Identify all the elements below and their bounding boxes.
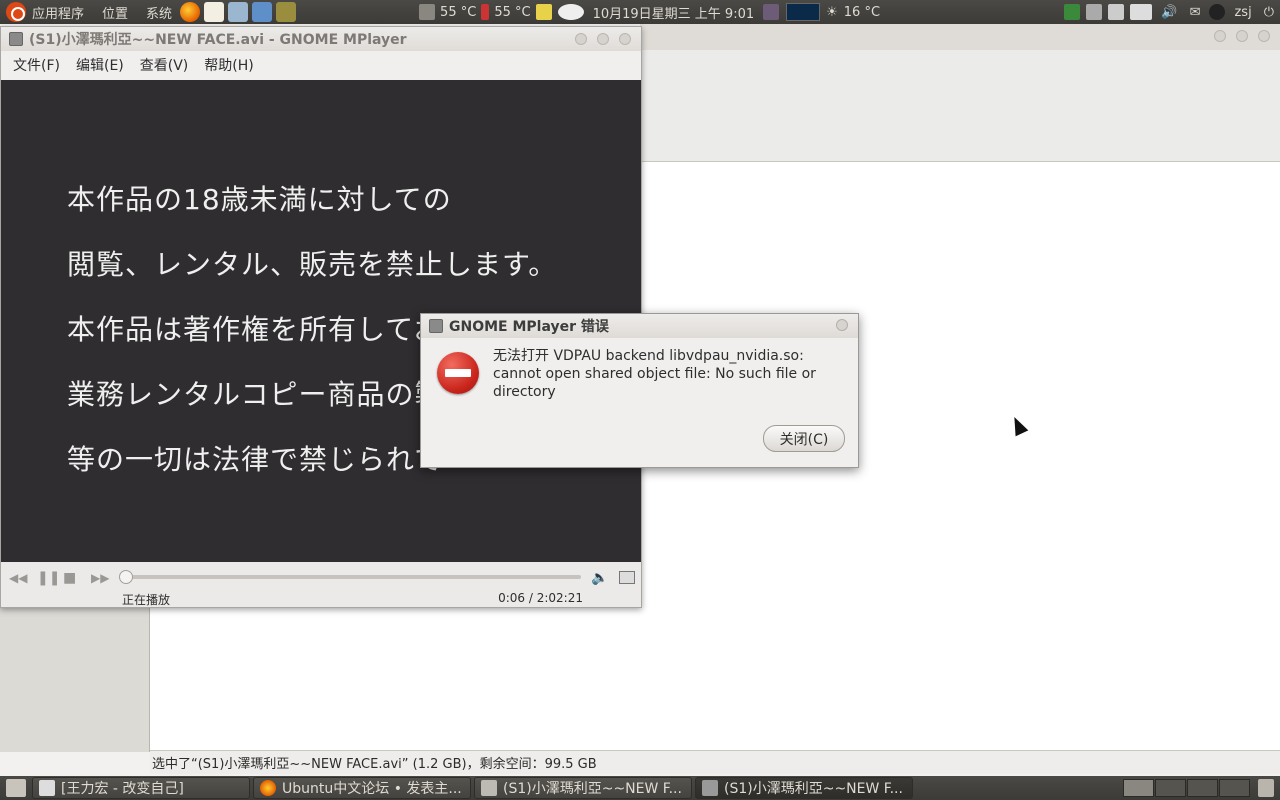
playback-time: 0:06 / 2:02:21	[498, 591, 583, 605]
error-dialog: GNOME MPlayer 错误 无法打开 VDPAU backend libv…	[420, 313, 859, 468]
folder-icon	[481, 780, 497, 796]
presence-icon[interactable]	[1209, 4, 1226, 20]
error-icon	[437, 352, 479, 394]
eyes-icon	[557, 4, 584, 20]
dialog-app-icon	[429, 319, 443, 333]
notes-launcher-icon[interactable]	[204, 2, 225, 22]
file-manager-statusbar: 选中了“(S1)小澤瑪利亞~~NEW FACE.avi” (1.2 GB)，剩余…	[150, 750, 1280, 774]
firefox-launcher-icon[interactable]	[180, 2, 201, 22]
menu-places[interactable]: 位置	[90, 0, 134, 24]
mplayer-close-button[interactable]	[619, 33, 631, 45]
mplayer-menubar: 文件(F) 编辑(E) 查看(V) 帮助(H)	[1, 51, 641, 79]
user-menu[interactable]: zsj	[1228, 0, 1257, 24]
gpu-temp-icon	[481, 4, 490, 20]
seek-bar[interactable]	[119, 570, 581, 584]
fullscreen-icon[interactable]	[619, 571, 635, 584]
pause-icon[interactable]: ❚❚	[37, 570, 60, 586]
cpu-temp-icon	[419, 4, 436, 20]
subtitle-line: 業務レンタルコピー商品の製	[67, 378, 444, 411]
maximize-button[interactable]	[1236, 30, 1248, 42]
rewind-icon[interactable]: ◀◀	[9, 571, 27, 585]
taskbar-item-label: Ubuntu中文论坛 • 发表主...	[282, 781, 462, 797]
subtitle-line: 閲覧、レンタル、販売を禁止します。	[67, 248, 558, 281]
subtitle-line: 等の一切は法律で禁じられて	[67, 443, 444, 476]
gpu-temp-value: 55 °C	[494, 4, 531, 20]
dialog-title: GNOME MPlayer 错误	[449, 319, 609, 335]
taskbar-item-file-manager[interactable]: (S1)小澤瑪利亞~~NEW F...	[474, 777, 692, 799]
menu-view[interactable]: 查看(V)	[132, 55, 197, 75]
note-icon[interactable]	[535, 4, 552, 20]
workspace-2[interactable]	[1155, 779, 1186, 797]
mplayer-title: (S1)小澤瑪利亞~~NEW FACE.avi - GNOME MPlayer	[29, 32, 407, 48]
stop-icon[interactable]: ■	[63, 570, 76, 586]
load-graph-icon[interactable]	[786, 3, 821, 21]
taskbar-item-firefox[interactable]: Ubuntu中文论坛 • 发表主...	[253, 777, 471, 799]
workspace-3[interactable]	[1187, 779, 1218, 797]
mail-icon[interactable]: ✉	[1184, 0, 1207, 24]
taskbar-item-label: (S1)小澤瑪利亞~~NEW F...	[503, 781, 682, 797]
minimize-button[interactable]	[1214, 30, 1226, 42]
weather-sun-icon: ☀	[826, 4, 838, 20]
media-player-icon[interactable]	[1064, 4, 1081, 20]
workspace-1[interactable]	[1123, 779, 1154, 797]
weather-temp[interactable]: 16 °C	[840, 0, 884, 24]
home-launcher-icon[interactable]	[228, 2, 249, 22]
close-button[interactable]: 关闭(C)	[763, 425, 845, 452]
mplayer-titlebar[interactable]: (S1)小澤瑪利亞~~NEW FACE.avi - GNOME MPlayer	[1, 27, 641, 51]
dictionary-launcher-icon[interactable]	[276, 2, 297, 22]
screenshot-launcher-icon[interactable]	[252, 2, 273, 22]
playback-status: 正在播放	[122, 593, 171, 607]
mplayer-icon	[702, 780, 718, 796]
taskbar-item-music[interactable]: [王力宏 - 改变自己]	[32, 777, 250, 799]
trash-icon[interactable]	[1258, 779, 1274, 797]
firefox-icon	[260, 780, 276, 796]
music-player-icon	[39, 780, 55, 796]
file-manager-toolbar	[640, 50, 1280, 162]
taskbar-item-label: [王力宏 - 改变自己]	[61, 781, 184, 797]
error-message: 无法打开 VDPAU backend libvdpau_nvidia.so: c…	[493, 348, 816, 400]
top-panel: 应用程序 位置 系统 55 °C 55 °C 10月19日星期三 上午 9:01…	[0, 0, 1280, 24]
keyboard-icon[interactable]	[1086, 4, 1103, 20]
menu-file[interactable]: 文件(F)	[5, 55, 68, 75]
battery-icon[interactable]	[1130, 4, 1153, 20]
system-monitor-icon[interactable]	[763, 4, 780, 20]
taskbar-item-label: (S1)小澤瑪利亞~~NEW F...	[724, 781, 903, 797]
close-button[interactable]	[1258, 30, 1270, 42]
volume-icon[interactable]: 🔊	[1155, 0, 1183, 24]
dialog-titlebar[interactable]: GNOME MPlayer 错误	[421, 314, 858, 338]
menu-help[interactable]: 帮助(H)	[196, 55, 261, 75]
mplayer-minimize-button[interactable]	[575, 33, 587, 45]
fast-forward-icon[interactable]: ▶▶	[91, 571, 109, 585]
dialog-close-icon[interactable]	[836, 319, 848, 331]
menu-applications[interactable]: 应用程序	[26, 0, 90, 24]
playback-controls: ◀◀ ❚❚ ■ ▶▶ 🔈 正在播放 0:06 / 2:02:21	[1, 562, 641, 607]
file-manager-titlebar	[640, 24, 1280, 50]
mplayer-app-icon	[9, 32, 23, 46]
network-icon[interactable]	[1108, 4, 1125, 20]
cpu-temp-value: 55 °C	[440, 4, 477, 20]
ubuntu-logo-icon[interactable]	[6, 2, 26, 22]
workspace-switcher	[1123, 779, 1250, 797]
volume-icon[interactable]: 🔈	[591, 570, 608, 586]
menu-system[interactable]: 系统	[134, 0, 178, 24]
mplayer-maximize-button[interactable]	[597, 33, 609, 45]
subtitle-line: 本作品は著作権を所有してお	[67, 313, 443, 346]
menu-edit[interactable]: 编辑(E)	[68, 55, 132, 75]
taskbar-item-mplayer[interactable]: (S1)小澤瑪利亞~~NEW F...	[695, 777, 913, 799]
subtitle-line: 本作品の18歳未満に対しての	[67, 183, 452, 216]
bottom-taskbar: [王力宏 - 改变自己] Ubuntu中文论坛 • 发表主... (S1)小澤瑪…	[0, 776, 1280, 800]
workspace-4[interactable]	[1219, 779, 1250, 797]
power-icon[interactable]: ⏻	[1258, 0, 1280, 24]
show-desktop-icon[interactable]	[6, 779, 26, 797]
seek-handle[interactable]	[119, 570, 134, 584]
clock[interactable]: 10月19日星期三 上午 9:01	[587, 0, 761, 24]
